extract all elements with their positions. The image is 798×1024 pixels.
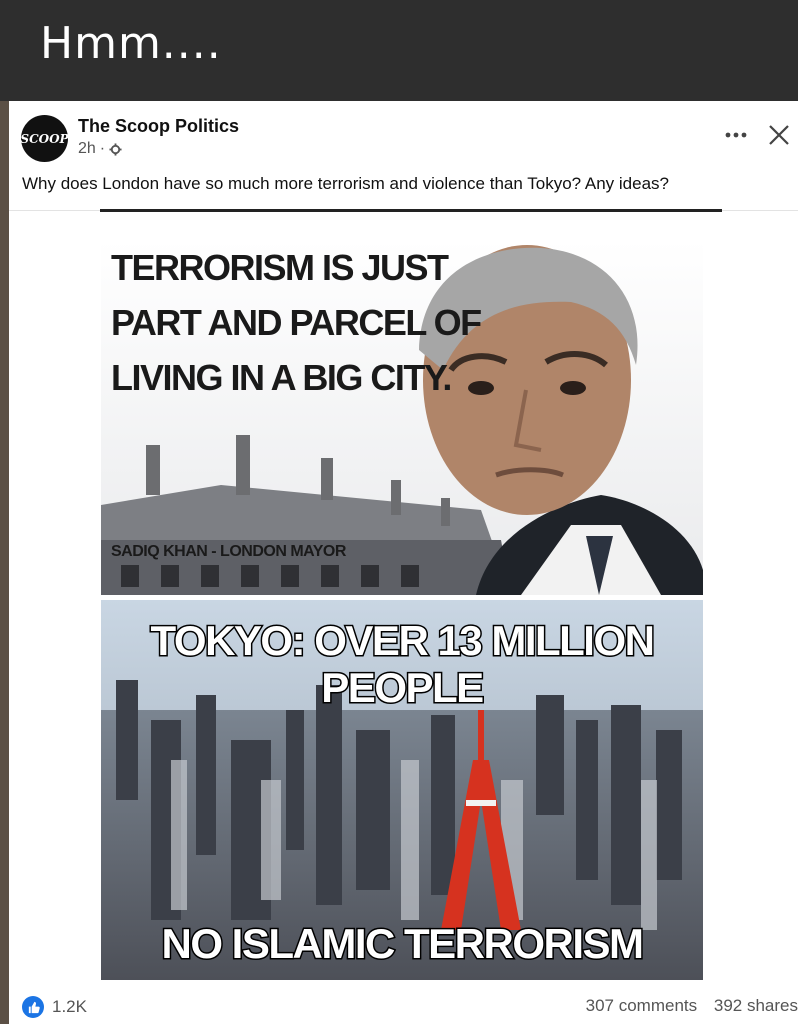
post-text: Why does London have so much more terror… bbox=[22, 174, 669, 193]
bottom-caption: NO ISLAMIC TERRORISM bbox=[162, 920, 643, 967]
shares-count[interactable]: 392 shares bbox=[714, 996, 798, 1015]
avatar-text: SCOOP bbox=[21, 132, 68, 146]
quote-line-3: LIVING IN A BIG CITY. bbox=[111, 357, 451, 398]
top-bar: Hmm.... bbox=[0, 0, 798, 101]
quote-text: TERRORISM IS JUST PART AND PARCEL OF LIV… bbox=[111, 247, 483, 398]
page-name[interactable]: The Scoop Politics bbox=[78, 116, 239, 137]
quote-line-1: TERRORISM IS JUST bbox=[111, 247, 449, 288]
post-meta: 2h · bbox=[78, 140, 122, 158]
like-icon bbox=[22, 996, 44, 1018]
quote-attribution: SADIQ KHAN - LONDON MAYOR bbox=[111, 543, 347, 560]
close-icon[interactable] bbox=[767, 123, 791, 147]
post-time[interactable]: 2h bbox=[78, 140, 96, 158]
image-top-line bbox=[100, 209, 722, 212]
page-avatar[interactable]: SCOOP bbox=[21, 115, 68, 162]
more-options-icon[interactable] bbox=[723, 123, 749, 145]
gear-icon bbox=[109, 142, 122, 156]
quote-line-2: PART AND PARCEL OF bbox=[111, 302, 481, 343]
avatar-logo: SCOOP bbox=[21, 132, 68, 146]
meta-separator: · bbox=[99, 140, 106, 157]
reaction-summary[interactable]: 1.2K bbox=[22, 996, 87, 1018]
like-count: 1.2K bbox=[52, 997, 87, 1016]
top-title: Hmm.... bbox=[40, 18, 222, 69]
footer-stats: 307 comments 392 shares bbox=[574, 996, 798, 1016]
comments-count[interactable]: 307 comments bbox=[586, 996, 698, 1015]
meme-image[interactable]: TERRORISM IS JUST PART AND PARCEL OF LIV… bbox=[101, 240, 703, 980]
tokyo-line-2: PEOPLE bbox=[321, 664, 483, 711]
tokyo-line-1: TOKYO: OVER 13 MILLION bbox=[151, 617, 654, 664]
left-edge bbox=[0, 101, 9, 1024]
